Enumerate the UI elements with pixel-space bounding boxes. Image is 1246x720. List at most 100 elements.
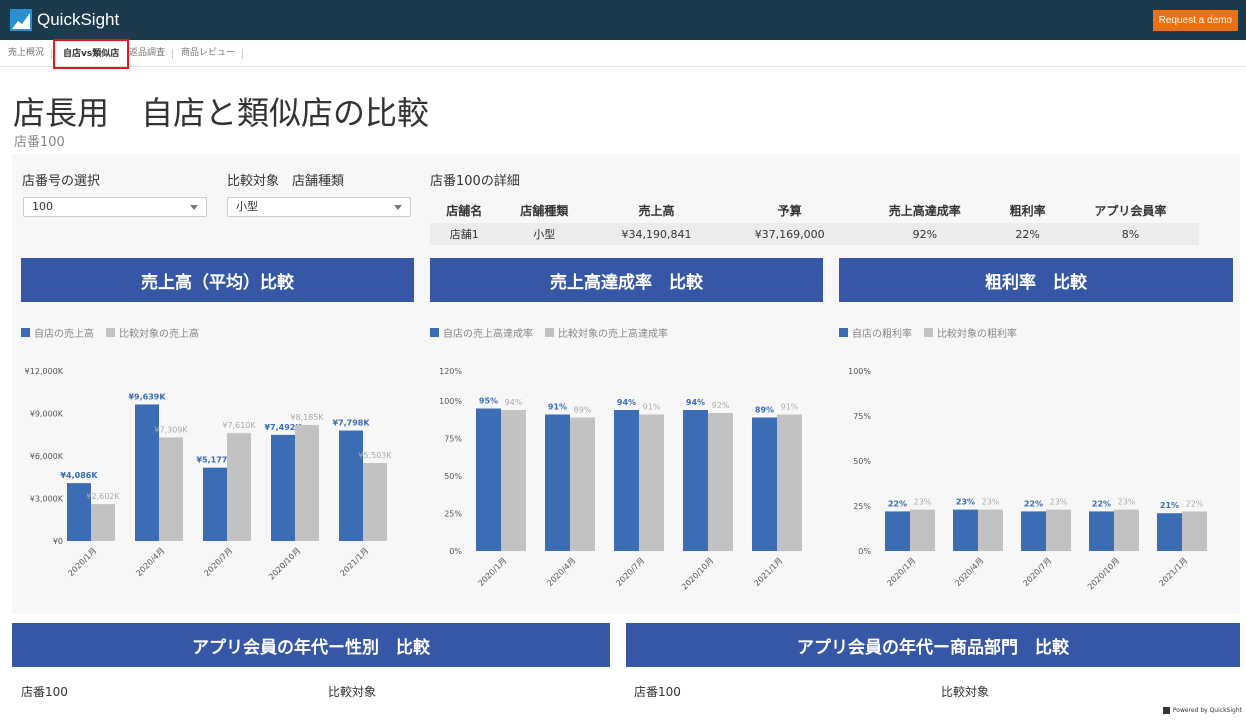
table-header-cell: 売上高達成率	[888, 203, 961, 218]
x-tick-label: 2020/7月	[1021, 556, 1053, 588]
quicksight-logo-icon	[10, 9, 32, 31]
data-label: 23%	[982, 498, 1000, 507]
logo-text: QuickSight	[37, 10, 120, 29]
legend-swatch	[430, 328, 439, 337]
quicksight-logo[interactable]: QuickSight	[10, 9, 119, 31]
own-bar	[545, 414, 570, 551]
compare-select-label: 比較対象 店舗種類	[227, 174, 345, 189]
sales-bar-chart[interactable]: ¥0 ¥3,000K ¥6,000K ¥9,000K ¥12,000K ¥4,086K ¥2…	[21, 360, 416, 590]
legend-item-own[interactable]: 自店の粗利率	[839, 325, 912, 340]
tab-returns[interactable]: 返品調査	[121, 40, 174, 67]
data-label: 91%	[643, 403, 661, 412]
own-bar	[1157, 513, 1182, 551]
data-label: 23%	[956, 498, 975, 507]
legend-label: 比較対象の売上高	[119, 329, 199, 340]
compare-bar	[777, 414, 802, 551]
data-label: ¥8,185K	[290, 413, 324, 422]
y-tick-label: 120%	[439, 367, 462, 376]
compare-bar	[570, 417, 595, 551]
data-label: 22%	[1092, 499, 1111, 508]
data-label: 91%	[548, 403, 567, 412]
x-tick-label: 2020/4月	[134, 546, 166, 578]
compare-bar	[1114, 509, 1139, 551]
y-tick-label: ¥6,000K	[30, 452, 64, 461]
store-select-label: 店番号の選択	[22, 174, 101, 189]
own-bar	[339, 430, 363, 541]
margin-chart-title: 粗利率 比較	[839, 258, 1233, 302]
chevron-down-icon	[190, 205, 198, 210]
data-label: ¥2,602K	[86, 492, 120, 501]
own-bar	[752, 417, 777, 551]
data-label: 89%	[574, 406, 592, 415]
x-tick-label: 2021/1月	[338, 546, 370, 578]
compare-bar	[1182, 511, 1207, 551]
margin-chart-legend: 自店の粗利率 比較対象の粗利率	[839, 325, 1029, 340]
table-header-row: 店舗名 店舗種類 売上高 予算 売上高達成率 粗利率 アプリ会員率	[430, 197, 1199, 223]
detail-title: 店番100の詳細	[430, 174, 520, 189]
tab-sales-overview[interactable]: 売上概況	[0, 40, 53, 67]
x-tick-label: 2020/4月	[953, 556, 985, 588]
legend-item-compare[interactable]: 比較対象の売上高達成率	[545, 325, 668, 340]
data-label: ¥9,639K	[128, 392, 166, 401]
sales-chart-legend: 自店の売上高 比較対象の売上高	[21, 325, 211, 340]
y-tick-label: 75%	[853, 412, 871, 421]
y-tick-label: 100%	[848, 367, 871, 376]
chevron-down-icon	[394, 205, 402, 210]
top-bar: QuickSight Request a demo	[0, 0, 1246, 40]
x-tick-label: 2020/4月	[545, 556, 577, 588]
x-tick-label: 2020/10月	[267, 546, 303, 582]
request-demo-button[interactable]: Request a demo	[1152, 10, 1238, 31]
store-select-value: 100	[32, 200, 53, 213]
compare-bar	[1046, 509, 1071, 551]
achievement-chart-title: 売上高達成率 比較	[430, 258, 823, 302]
member-age-department-title: アプリ会員の年代ー商品部門 比較	[626, 623, 1240, 667]
data-label: 92%	[712, 401, 730, 410]
compare-select-value: 小型	[236, 200, 258, 213]
store-select[interactable]: 100	[23, 197, 207, 217]
table-cell: 8%	[1061, 223, 1199, 245]
data-label: 21%	[1160, 501, 1179, 510]
x-tick-label: 2021/1月	[1157, 556, 1189, 588]
data-label: 95%	[479, 397, 498, 406]
data-label: 22%	[1186, 499, 1204, 508]
powered-by-quicksight: Powered by QuickSight	[1162, 707, 1242, 714]
legend-item-compare[interactable]: 比較対象の売上高	[106, 325, 199, 340]
own-bar	[1089, 511, 1114, 551]
compare-bar	[501, 410, 526, 551]
sales-chart-title: 売上高（平均）比較	[21, 258, 414, 302]
own-bar	[1021, 511, 1046, 551]
legend-label: 自店の粗利率	[852, 329, 912, 340]
legend-label: 自店の売上高	[34, 329, 94, 340]
own-bar	[476, 408, 501, 551]
sheet-tabs: 売上概況 自店vs類似店 返品調査 商品レビュー	[0, 39, 1246, 69]
data-label: 91%	[781, 403, 799, 412]
data-label: 94%	[505, 398, 523, 407]
data-label: 23%	[1050, 498, 1068, 507]
y-tick-label: ¥12,000K	[25, 367, 64, 376]
data-label: 94%	[617, 398, 636, 407]
y-tick-label: 0%	[449, 547, 462, 556]
legend-swatch	[21, 328, 30, 337]
margin-bar-chart[interactable]: 0% 25% 50% 75% 100% 22% 23% 2020/1月 23% 23% 2020/4…	[839, 360, 1234, 592]
own-bar	[614, 410, 639, 551]
store-detail-table: 店舗名 店舗種類 売上高 予算 売上高達成率 粗利率 アプリ会員率 店舗1 小型…	[430, 197, 1199, 245]
legend-item-own[interactable]: 自店の売上高達成率	[430, 325, 533, 340]
compare-bar	[910, 509, 935, 551]
data-label: 22%	[1024, 499, 1043, 508]
data-label: ¥5,503K	[358, 451, 392, 460]
table-cell: ¥37,169,000	[723, 223, 857, 245]
achievement-bar-chart[interactable]: 0% 25% 50% 75% 100% 120% 95% 94% 2020/1月 91% 89% 20…	[430, 360, 825, 592]
x-tick-label: 2020/1月	[885, 556, 917, 588]
right-store-label: 店番100	[634, 685, 681, 699]
legend-item-compare[interactable]: 比較対象の粗利率	[924, 325, 1017, 340]
own-bar	[271, 434, 295, 541]
data-label: 89%	[755, 406, 774, 415]
left-compare-label: 比較対象	[328, 685, 377, 699]
compare-select[interactable]: 小型	[227, 197, 411, 217]
tab-product-reviews[interactable]: 商品レビュー	[173, 40, 244, 67]
compare-bar	[978, 509, 1003, 551]
table-header-cell: 売上高	[638, 203, 675, 218]
tab-own-vs-similar[interactable]: 自店vs類似店	[53, 39, 130, 69]
y-tick-label: 50%	[853, 457, 871, 466]
legend-item-own[interactable]: 自店の売上高	[21, 325, 94, 340]
